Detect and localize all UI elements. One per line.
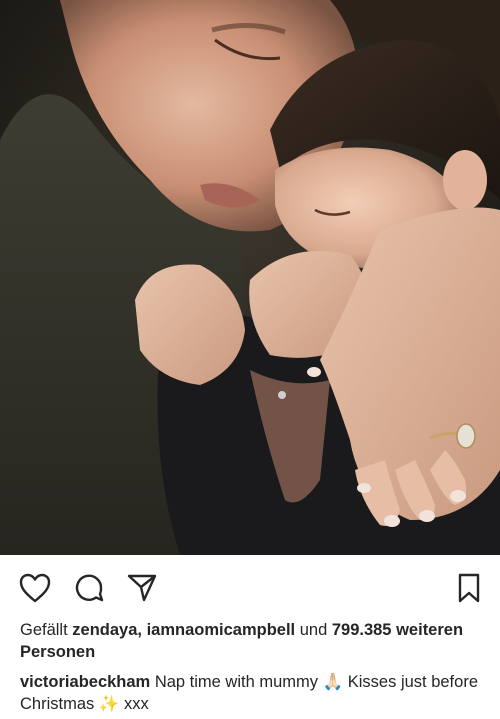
folded-hands-emoji: 🙏🏻 <box>322 672 344 691</box>
save-button[interactable] <box>452 571 486 605</box>
sparkles-emoji: ✨ <box>98 694 120 713</box>
post-action-bar <box>0 555 500 617</box>
likes-connector: und <box>299 621 328 639</box>
caption-text-3: xxx <box>124 695 149 713</box>
heart-icon <box>19 573 51 603</box>
likes-prefix: Gefällt <box>20 621 68 639</box>
comment-icon <box>74 573 104 603</box>
caption-text-1: Nap time with mummy <box>154 673 319 691</box>
comment-button[interactable] <box>72 571 106 605</box>
post-photo[interactable] <box>0 0 500 555</box>
paper-plane-icon <box>127 573 157 603</box>
like-button[interactable] <box>18 571 52 605</box>
bookmark-icon <box>457 573 481 603</box>
share-button[interactable] <box>125 571 159 605</box>
likes-summary[interactable]: Gefällt zendaya, iamnaomicampbell und 79… <box>20 619 485 663</box>
caption-username[interactable]: victoriabeckham <box>20 673 150 691</box>
liked-by-users[interactable]: zendaya, iamnaomicampbell <box>72 621 295 639</box>
likes-count[interactable]: 799.385 <box>332 621 392 639</box>
post-image <box>0 0 500 555</box>
post-caption: victoriabeckham Nap time with mummy 🙏🏻 K… <box>20 671 485 715</box>
